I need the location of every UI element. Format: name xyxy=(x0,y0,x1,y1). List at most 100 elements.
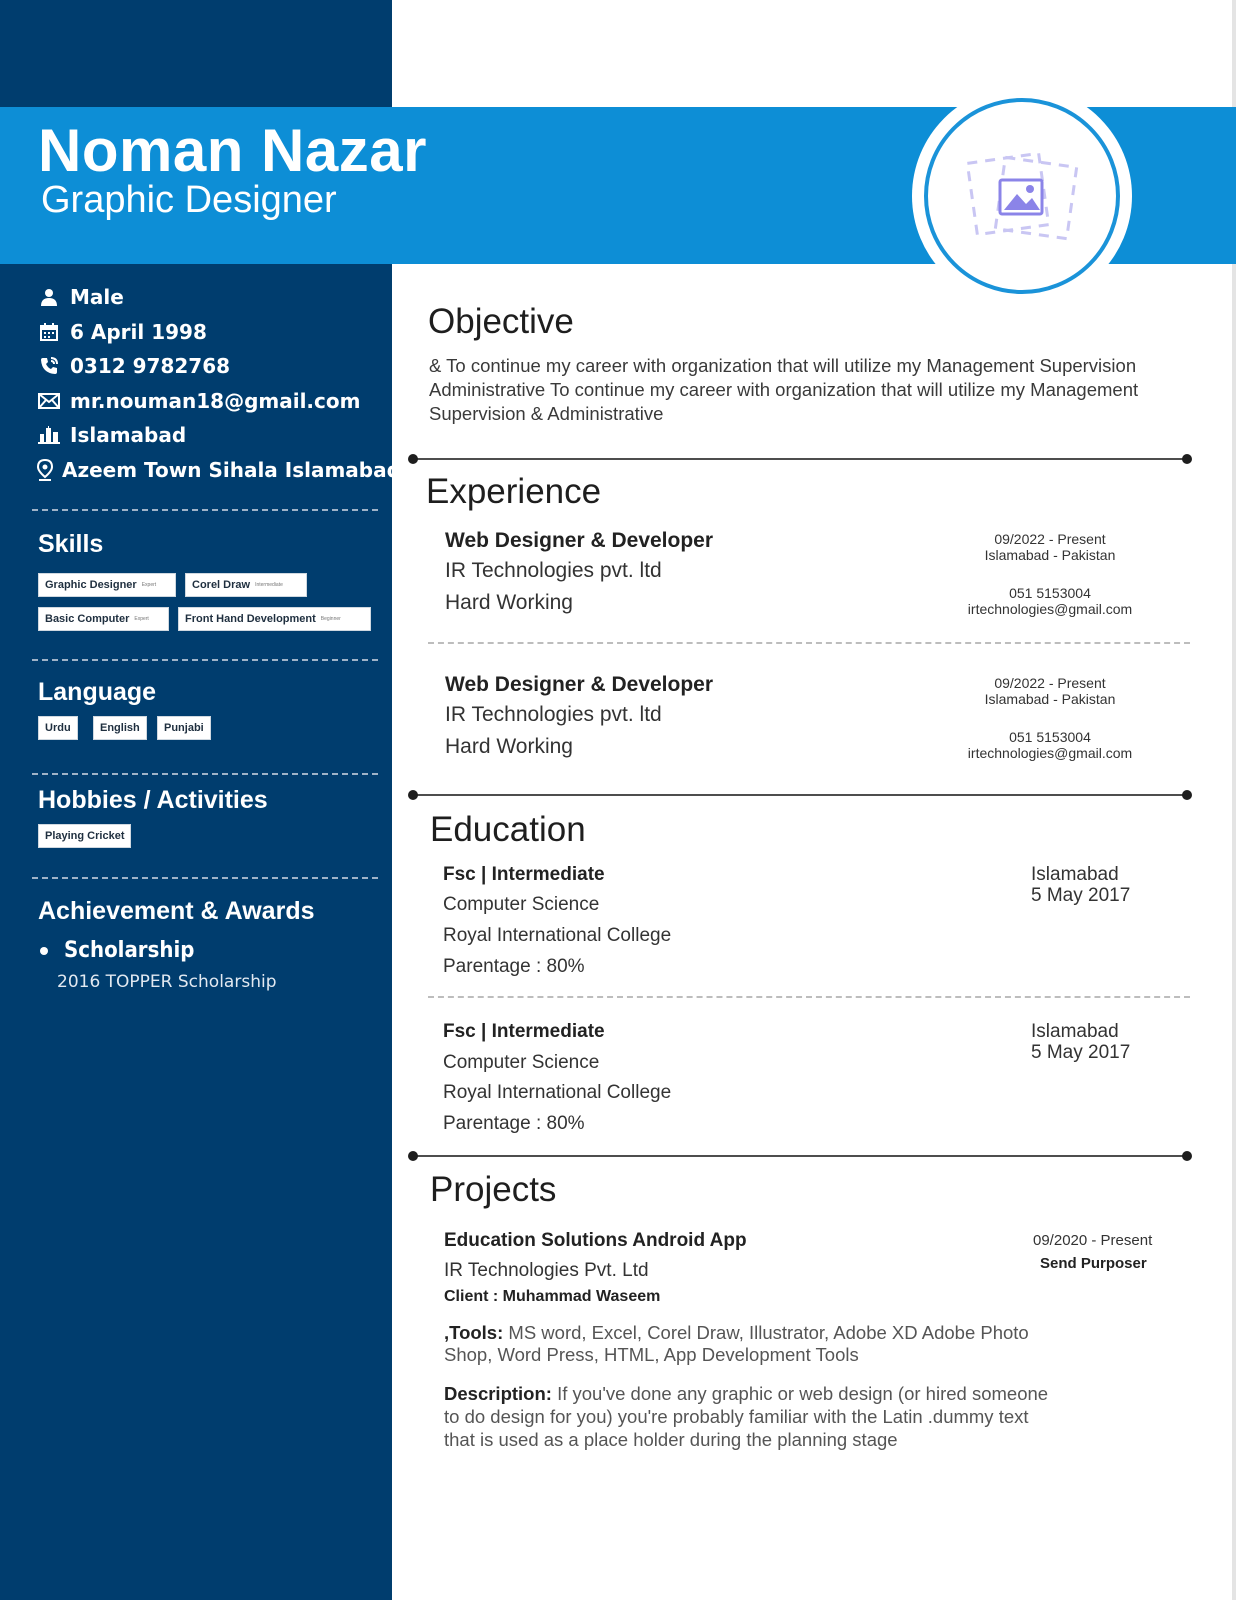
sidebar-divider xyxy=(32,877,378,879)
contact-gender-text: Male xyxy=(70,285,124,310)
project-company: IR Technologies Pvt. Ltd xyxy=(444,1260,649,1281)
experience-item: Web Designer & Developer IR Technologies… xyxy=(445,529,1190,629)
edu-school: Royal International College xyxy=(443,1082,672,1103)
contact-city: Islamabad xyxy=(36,418,386,453)
edu-field: Computer Science xyxy=(443,894,600,915)
skill-tag: Graphic Designer Expert xyxy=(38,573,176,597)
edu-meta: Islamabad 5 May 2017 xyxy=(1031,1021,1130,1063)
project-title: Education Solutions Android App xyxy=(444,1230,747,1251)
skill-name: Corel Draw xyxy=(192,579,251,591)
section-divider xyxy=(408,1151,1192,1161)
language-tag: Punjabi xyxy=(157,716,211,740)
mail-icon xyxy=(36,390,62,412)
calendar-icon xyxy=(36,321,62,343)
job-trait: Hard Working xyxy=(445,591,573,614)
city-icon xyxy=(36,424,62,446)
job-email: irtechnologies@gmail.com xyxy=(967,745,1133,761)
edu-city: Islamabad xyxy=(1031,864,1119,885)
objective-heading: Objective xyxy=(428,302,574,341)
person-title: Graphic Designer xyxy=(41,179,337,221)
edu-degree: Fsc | Intermediate xyxy=(443,864,605,885)
contact-birthdate: 6 April 1998 xyxy=(36,315,386,350)
edu-field: Computer Science xyxy=(443,1052,600,1073)
job-role: Web Designer & Developer xyxy=(445,529,714,552)
tools-label: ,Tools: xyxy=(444,1322,504,1343)
skill-name: Graphic Designer xyxy=(45,579,137,591)
skill-level: Expert xyxy=(134,616,149,622)
contact-address-text: Azeem Town Sihala Islamabad xyxy=(62,457,401,482)
job-meta: 09/2022 - Present Islamabad - Pakistan 0… xyxy=(940,675,1160,761)
hobbies-heading: Hobbies / Activities xyxy=(38,786,268,814)
job-meta: 09/2022 - Present Islamabad - Pakistan 0… xyxy=(940,531,1160,617)
item-divider xyxy=(428,996,1190,998)
skill-tag: Basic Computer Expert xyxy=(38,607,169,631)
contact-gender: Male xyxy=(36,280,386,315)
experience-item: Web Designer & Developer IR Technologies… xyxy=(445,673,1190,773)
sidebar-divider xyxy=(32,773,378,775)
job-role: Web Designer & Developer xyxy=(445,673,714,696)
achievements-heading: Achievement & Awards xyxy=(38,897,315,925)
contact-list: Male 6 April 1998 0312 9782768 mr.nouman… xyxy=(36,280,401,488)
edu-date: 5 May 2017 xyxy=(1031,1042,1131,1063)
section-divider xyxy=(408,454,1192,464)
experience-heading: Experience xyxy=(426,472,602,511)
skill-name: Front Hand Development xyxy=(185,613,316,625)
project-client: Client : Muhammad Waseem xyxy=(444,1288,661,1305)
education-item: Fsc | Intermediate Computer Science Roya… xyxy=(443,1021,1188,1151)
skill-level: Beginner xyxy=(320,616,341,622)
profile-photo[interactable] xyxy=(924,98,1120,294)
hobby-tag: Playing Cricket xyxy=(38,824,132,848)
job-phone: 051 5153004 xyxy=(1009,585,1091,601)
section-divider xyxy=(408,790,1192,800)
contact-phone-text: 0312 9782768 xyxy=(70,354,231,379)
achievement-title: Scholarship xyxy=(64,938,195,963)
skill-level: Intermediate xyxy=(255,582,283,588)
job-company: IR Technologies pvt. ltd xyxy=(445,703,662,726)
contact-birthdate-text: 6 April 1998 xyxy=(70,319,207,344)
education-heading: Education xyxy=(430,810,586,849)
objective-text: & To continue my career with organizatio… xyxy=(429,355,1139,424)
location-pin-icon xyxy=(36,458,54,481)
job-location: Islamabad - Pakistan xyxy=(984,547,1116,563)
contact-email-text: mr.nouman18@gmail.com xyxy=(70,388,361,413)
job-company: IR Technologies pvt. ltd xyxy=(445,559,662,582)
language-tag: Urdu xyxy=(38,716,78,740)
sidebar-divider xyxy=(32,509,378,511)
image-placeholder-icon xyxy=(965,151,1079,241)
edu-degree: Fsc | Intermediate xyxy=(443,1021,605,1042)
edu-grade: Parentage : 80% xyxy=(443,1113,585,1134)
project-tools: ,Tools: MS word, Excel, Corel Draw, Illu… xyxy=(444,1322,1044,1366)
skill-level: Expert xyxy=(141,582,157,588)
edu-date: 5 May 2017 xyxy=(1031,885,1131,906)
job-email: irtechnologies@gmail.com xyxy=(967,601,1133,617)
contact-city-text: Islamabad xyxy=(70,423,187,448)
contact-address: Azeem Town Sihala Islamabad xyxy=(36,453,401,488)
edu-grade: Parentage : 80% xyxy=(443,956,585,977)
skill-tag: Front Hand Development Beginner xyxy=(178,607,371,631)
contact-email: mr.nouman18@gmail.com xyxy=(36,384,386,419)
sidebar-divider xyxy=(32,659,378,661)
contact-phone: 0312 9782768 xyxy=(36,349,386,384)
job-dates: 09/2022 - Present xyxy=(994,675,1106,691)
projects-heading: Projects xyxy=(430,1170,557,1209)
achievement-item: Scholarship xyxy=(40,938,194,963)
edu-meta: Islamabad 5 May 2017 xyxy=(1031,864,1130,906)
skill-name: Basic Computer xyxy=(45,613,130,625)
skill-tag: Corel Draw Intermediate xyxy=(185,573,307,597)
tools-text: MS word, Excel, Corel Draw, Illustrator,… xyxy=(444,1322,1029,1365)
language-heading: Language xyxy=(38,678,157,706)
edu-city: Islamabad xyxy=(1031,1021,1119,1042)
item-divider xyxy=(428,642,1190,644)
person-name: Noman Nazar xyxy=(38,117,427,184)
project-description: Description: If you've done any graphic … xyxy=(444,1382,1054,1451)
user-icon xyxy=(36,286,62,308)
bullet-icon xyxy=(40,946,48,955)
achievement-detail: 2016 TOPPER Scholarship xyxy=(57,972,277,992)
job-trait: Hard Working xyxy=(445,735,573,758)
description-label: Description: xyxy=(444,1383,552,1404)
job-location: Islamabad - Pakistan xyxy=(984,691,1116,707)
project-role: Send Purposer xyxy=(1040,1255,1147,1272)
job-dates: 09/2022 - Present xyxy=(994,531,1106,547)
edu-school: Royal International College xyxy=(443,925,672,946)
project-dates: 09/2020 - Present xyxy=(1033,1232,1153,1249)
